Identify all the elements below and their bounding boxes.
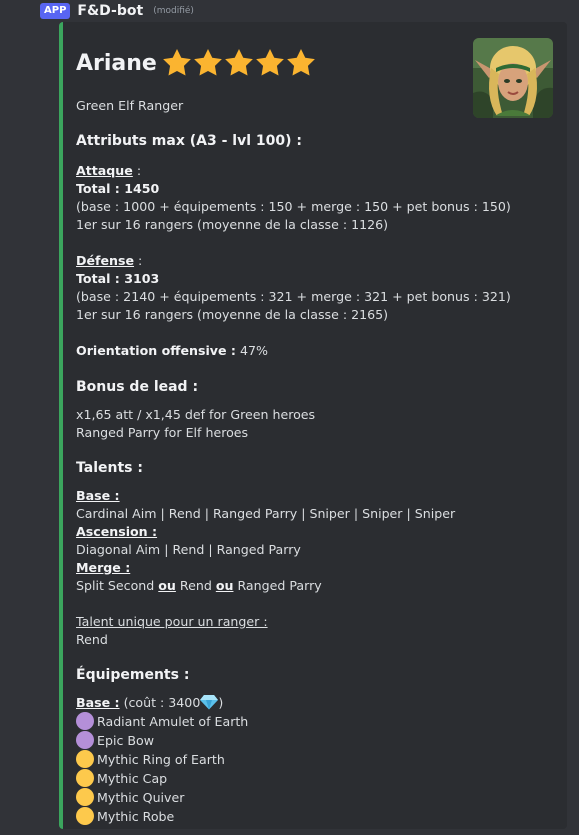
yellow-circle-icon xyxy=(76,807,94,825)
equipment-item-name: Mythic Quiver xyxy=(97,790,185,805)
purple-circle-icon xyxy=(76,712,94,730)
unique-talent-label: Talent unique pour un ranger : xyxy=(76,614,268,629)
attack-detail: (base : 1000 + équipements : 150 + merge… xyxy=(76,199,511,214)
lead-bonus-section: x1,65 att / x1,45 def for Green heroes R… xyxy=(76,406,476,442)
talents-base-value: Cardinal Aim | Rend | Ranged Parry | Sni… xyxy=(76,506,456,521)
equipment-heading: Équipements : xyxy=(76,667,190,683)
star-icon xyxy=(162,49,191,76)
equipment-base-label: Base : xyxy=(76,695,120,710)
equipment-item: Epic Bow xyxy=(76,731,476,750)
defense-label: Défense xyxy=(76,253,135,268)
lead-bonus-line: Ranged Parry for Elf heroes xyxy=(76,425,249,440)
equipment-item-name: Mythic Robe xyxy=(97,809,175,824)
star-icon xyxy=(286,49,315,76)
orientation-label: Orientation offensive : xyxy=(76,343,236,358)
embed-content: Ariane Green Elf Ranger Attributs max (A… xyxy=(76,44,511,826)
attack-section: Attaque : Total : 1450 (base : 1000 + éq… xyxy=(76,162,511,234)
yellow-circle-icon xyxy=(76,788,94,806)
gem-icon xyxy=(200,695,219,710)
embed-title-row: Ariane xyxy=(76,44,476,82)
unique-talent-value: Rend xyxy=(76,632,108,647)
attributes-heading: Attributs max (A3 - lvl 100) : xyxy=(76,133,302,149)
defense-section: Défense : Total : 3103 (base : 2140 + éq… xyxy=(76,252,511,324)
message-header: APP F&D-bot (modifié) xyxy=(40,2,194,20)
yellow-circle-icon xyxy=(76,750,94,768)
star-icon xyxy=(193,49,222,76)
attack-rank: 1er sur 16 rangers (moyenne de la classe… xyxy=(76,217,389,232)
elf-ranger-portrait xyxy=(473,38,553,118)
merge-option: Split Second xyxy=(76,578,159,593)
hero-portrait-thumbnail[interactable] xyxy=(473,38,553,118)
talents-ascension-label: Ascension : xyxy=(76,524,158,539)
talents-base-label: Base : xyxy=(76,488,120,503)
equipment-item: Mythic Quiver xyxy=(76,788,476,807)
equipment-item: Mythic Cap xyxy=(76,769,476,788)
merge-option: Rend xyxy=(175,578,216,593)
attack-colon: : xyxy=(132,163,142,178)
equipment-cost-close: ) xyxy=(218,695,224,710)
edited-tag: (modifié) xyxy=(153,6,194,16)
bot-username[interactable]: F&D-bot xyxy=(77,3,143,19)
app-badge: APP xyxy=(40,3,71,19)
talents-merge-value: Split Second ou Rend ou Ranged Parry xyxy=(76,577,476,595)
orientation-value: 47% xyxy=(235,343,268,358)
defense-detail: (base : 2140 + équipements : 321 + merge… xyxy=(76,289,511,304)
defense-rank: 1er sur 16 rangers (moyenne de la classe… xyxy=(76,307,389,322)
hero-name: Ariane xyxy=(76,50,157,76)
merge-or: ou xyxy=(158,578,176,593)
equipment-section: Base : (coût : 3400) Radiant Amulet of E… xyxy=(76,694,476,826)
hero-embed: Ariane Green Elf Ranger Attributs max (A… xyxy=(59,22,567,829)
defense-colon: : xyxy=(134,253,143,268)
merge-option: Ranged Parry xyxy=(233,578,322,593)
yellow-circle-icon xyxy=(76,769,94,787)
equipment-base-row: Base : (coût : 3400) xyxy=(76,694,476,712)
equipment-item-name: Mythic Cap xyxy=(97,771,168,786)
talents-heading: Talents : xyxy=(76,460,143,476)
purple-circle-icon xyxy=(76,731,94,749)
equipment-cost: (coût : 3400 xyxy=(119,695,201,710)
attack-label: Attaque xyxy=(76,163,133,178)
star-icon xyxy=(224,49,253,76)
talents-section: Base : Cardinal Aim | Rend | Ranged Parr… xyxy=(76,487,476,649)
equipment-item: Radiant Amulet of Earth xyxy=(76,712,476,731)
lead-bonus-heading: Bonus de lead : xyxy=(76,379,199,395)
lead-bonus-line: x1,65 att / x1,45 def for Green heroes xyxy=(76,407,316,422)
attack-total: Total : 1450 xyxy=(76,181,160,196)
star-rating xyxy=(161,47,316,79)
defense-total: Total : 3103 xyxy=(76,271,160,286)
talents-merge-label: Merge : xyxy=(76,560,131,575)
equipment-item: Mythic Robe xyxy=(76,807,476,826)
hero-subtitle: Green Elf Ranger xyxy=(76,98,184,113)
equipment-item-name: Radiant Amulet of Earth xyxy=(97,714,249,729)
equipment-item: Mythic Ring of Earth xyxy=(76,750,476,769)
star-icon xyxy=(255,49,284,76)
talents-ascension-value: Diagonal Aim | Rend | Ranged Parry xyxy=(76,542,301,557)
equipment-item-name: Epic Bow xyxy=(97,733,155,748)
equipment-item-name: Mythic Ring of Earth xyxy=(97,752,225,767)
merge-or: ou xyxy=(215,578,234,593)
offensive-orientation: Orientation offensive : 47% xyxy=(76,342,476,360)
